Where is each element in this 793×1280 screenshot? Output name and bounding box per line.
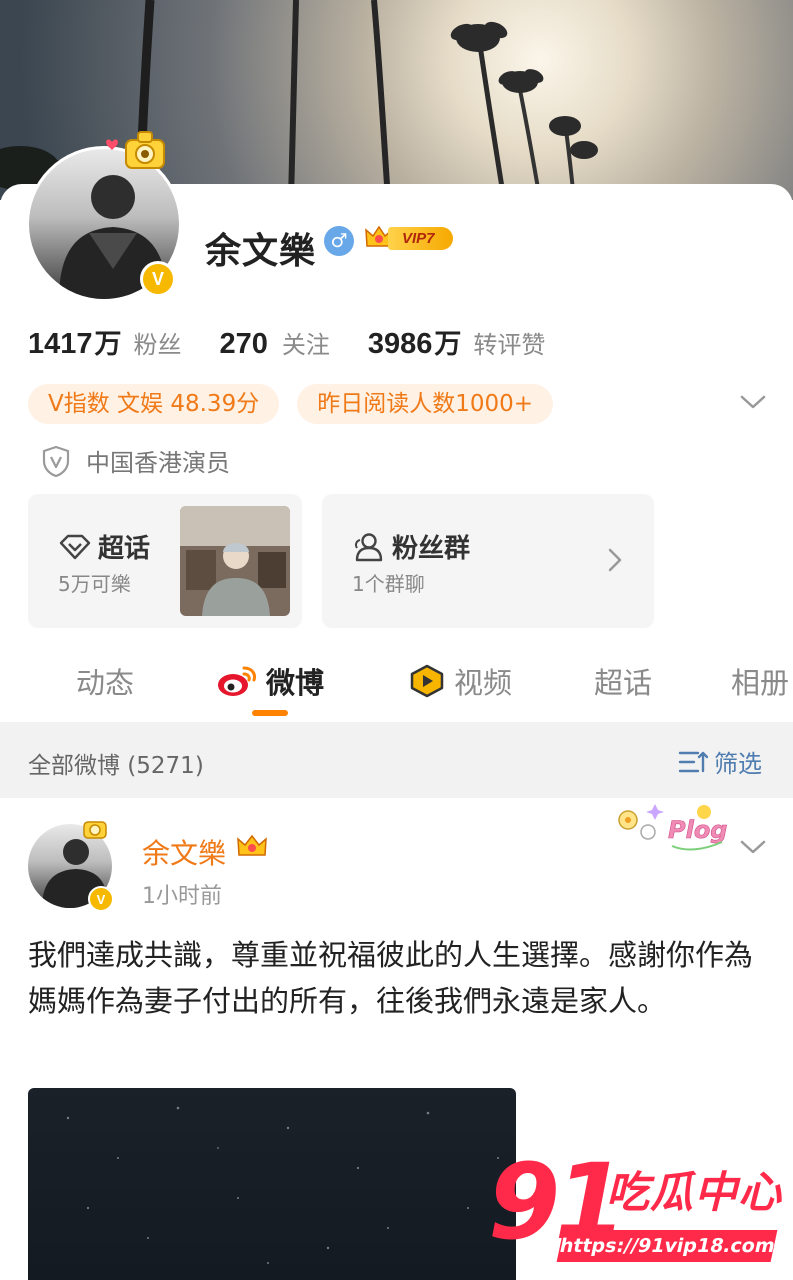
certification-text: 中国香港演员 xyxy=(86,449,230,477)
tab-label: 视频 xyxy=(454,666,513,700)
post-author-avatar[interactable]: V xyxy=(28,821,114,912)
post-author-name[interactable]: 余文樂 xyxy=(142,832,226,872)
watermark-text: 吃瓜中心 xyxy=(606,1168,782,1218)
fan-group-title-row: 粉丝群 xyxy=(352,528,470,565)
gender-male-icon: ♂ xyxy=(324,226,354,256)
reads-yesterday-tag[interactable]: 昨日阅读人数1000+ xyxy=(297,384,554,424)
profile-stats: 1417 万 粉丝 270 关注 3986 万 转评赞 xyxy=(28,322,583,361)
post-content-text: 我們達成共識，尊重並祝福彼此的人生選擇。感謝你作為媽媽作為妻子付出的所有，往後我… xyxy=(28,938,754,1018)
post-image[interactable] xyxy=(28,1088,516,1280)
tab-dynamics[interactable]: 动态 xyxy=(76,660,134,702)
v-index-tag[interactable]: V指数 文娱 48.39分 xyxy=(28,384,280,424)
followers-count: 1417 xyxy=(28,328,93,360)
tab-label: 动态 xyxy=(76,666,135,700)
supertopic-subtitle: 5万可樂 xyxy=(58,572,131,596)
filter-button[interactable]: 筛选 xyxy=(678,744,762,779)
interactions-count: 3986 xyxy=(367,328,433,360)
fan-group-card[interactable]: 粉丝群 1个群聊 xyxy=(322,494,654,628)
supertopic-photo xyxy=(180,506,290,616)
fan-group-subtitle: 1个群聊 xyxy=(352,572,425,596)
stat-following[interactable]: 270 关注 xyxy=(220,325,330,361)
tab-weibo[interactable]: 微博 xyxy=(216,660,324,702)
tab-label: 超话 xyxy=(594,666,653,700)
vip-level-badge[interactable]: VIP7 xyxy=(364,222,453,254)
weibo-filter-bar: 全部微博 (5271) 筛选 xyxy=(0,722,793,798)
certification-row: 中国香港演员 xyxy=(42,443,230,478)
profile-name: 余文樂 xyxy=(205,231,317,272)
watermark-url: https://91vip18.com xyxy=(556,1230,778,1262)
tab-video[interactable]: 视频 xyxy=(408,660,512,702)
stat-followers[interactable]: 1417 万 粉丝 xyxy=(28,322,182,361)
chevron-right-icon xyxy=(608,548,622,572)
profile-tabs: 动态 微博 视频 超话 相册 xyxy=(0,652,793,722)
following-count: 270 xyxy=(219,328,268,360)
following-label: 关注 xyxy=(281,331,330,359)
filter-label: 筛选 xyxy=(714,750,762,778)
interactions-unit: 万 xyxy=(434,329,462,360)
followers-label: 粉丝 xyxy=(133,331,182,359)
stat-reposts-comments-likes[interactable]: 3986 万 转评赞 xyxy=(368,322,546,361)
plog-sticker-icon: Plog xyxy=(618,804,728,851)
camera-avatar-pendant-icon xyxy=(83,821,107,839)
supertopic-title: 超话 xyxy=(98,534,151,564)
tab-album[interactable]: 相册 xyxy=(731,660,789,702)
site-watermark: 91 吃瓜中心 https://91vip18.com xyxy=(488,1150,788,1272)
followers-unit: 万 xyxy=(94,329,122,360)
post-verified-badge: V xyxy=(88,886,114,912)
profile-tags: V指数 文娱 48.39分 昨日阅读人数1000+ xyxy=(28,384,571,424)
supertopic-card[interactable]: 超话 5万可樂 xyxy=(28,494,302,628)
tab-label: 相册 xyxy=(731,666,790,700)
group-people-icon xyxy=(355,532,383,561)
post-timestamp: 1小时前 xyxy=(142,884,222,909)
vip-crown-icon xyxy=(237,834,267,856)
shield-verified-icon xyxy=(42,445,70,477)
fan-group-title: 粉丝群 xyxy=(392,534,471,564)
tab-label: 微博 xyxy=(266,666,325,700)
all-weibo-count: 全部微博 (5271) xyxy=(28,753,204,779)
video-play-icon xyxy=(410,664,444,698)
supertopic-title-row: 超话 xyxy=(58,528,150,565)
supertopic-thumbnail xyxy=(180,506,290,616)
active-tab-indicator xyxy=(252,710,288,716)
interactions-label: 转评赞 xyxy=(473,331,546,359)
filter-icon xyxy=(678,751,708,772)
weibo-logo-icon xyxy=(218,666,256,696)
post-more-chevron-icon[interactable] xyxy=(738,835,768,859)
tab-supertopic[interactable]: 超话 xyxy=(594,660,652,702)
verified-badge: V xyxy=(140,261,176,297)
night-sky-photo xyxy=(66,1106,499,1264)
diamond-icon xyxy=(59,534,91,559)
camera-avatar-pendant-icon xyxy=(106,131,165,169)
chevron-down-icon[interactable] xyxy=(738,390,768,414)
vip-label: VIP7 xyxy=(388,226,453,250)
plog-sticker-text: Plog xyxy=(668,816,727,844)
